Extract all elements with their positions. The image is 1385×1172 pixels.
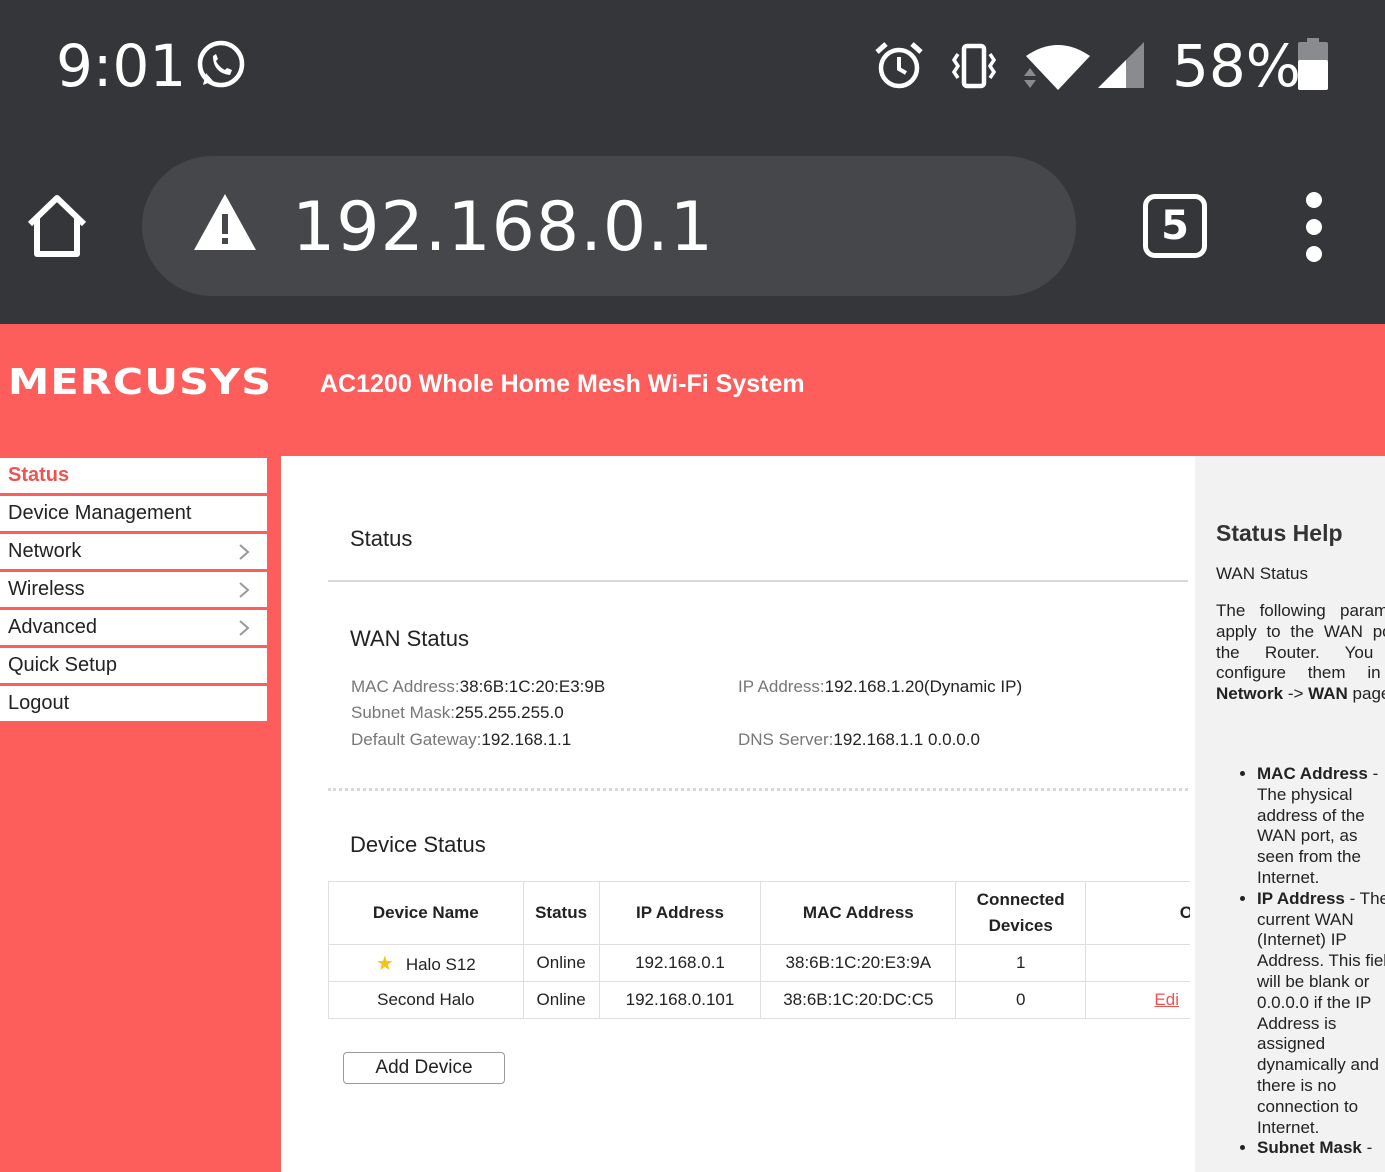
- cell-signal-icon: [1098, 42, 1144, 88]
- more-vert-icon[interactable]: [1296, 192, 1336, 262]
- nav-item-status[interactable]: Status: [0, 458, 267, 493]
- whatsapp-icon: [197, 40, 245, 88]
- table-header-row: Device Name Status IP Address MAC Addres…: [328, 881, 1190, 945]
- product-name: AC1200 Whole Home Mesh Wi-Fi System: [320, 370, 805, 398]
- browser-toolbar: 192.168.0.1 5: [0, 130, 1385, 324]
- wifi-icon: [1024, 45, 1090, 90]
- url-text[interactable]: 192.168.0.1: [292, 188, 714, 267]
- alarm-icon: [875, 42, 923, 89]
- help-subtitle: WAN Status: [1216, 564, 1308, 583]
- warning-icon[interactable]: [192, 192, 258, 252]
- nav-item-device-management[interactable]: Device Management: [0, 496, 267, 531]
- edit-link[interactable]: Edi: [1154, 990, 1179, 1009]
- table-row: Second Halo Online 192.168.0.101 38:6B:1…: [328, 981, 1190, 1019]
- vibrate-icon: [951, 43, 997, 89]
- connected-cell: 0: [955, 981, 1087, 1019]
- wan-default-gateway: Default Gateway:192.168.1.1: [351, 730, 572, 749]
- list-item: MAC Address - The physical address of th…: [1257, 764, 1385, 889]
- nav-item-wireless[interactable]: Wireless: [0, 572, 267, 607]
- address-bar[interactable]: 192.168.0.1: [142, 156, 1076, 296]
- wan-ip-address: IP Address:192.168.1.20(Dynamic IP): [738, 677, 1023, 696]
- ip-cell: 192.168.0.1: [598, 944, 762, 982]
- help-title: Status Help: [1216, 520, 1343, 546]
- nav-item-quick-setup[interactable]: Quick Setup: [0, 648, 267, 683]
- home-icon[interactable]: [22, 190, 92, 260]
- sidebar: Status Device Management Network Wireles…: [0, 456, 281, 1172]
- device-name-cell: Second Halo: [328, 981, 524, 1019]
- col-ip-address: IP Address: [598, 881, 762, 945]
- wan-mac-address: MAC Address:38:6B:1C:20:E3:9B: [351, 677, 606, 696]
- page-title: Status: [350, 526, 413, 551]
- content-viewport: Status WAN Status MAC Address:38:6B:1C:2…: [281, 456, 1190, 1172]
- battery-percent: 58%: [1172, 32, 1301, 100]
- wan-status-title: WAN Status: [350, 626, 469, 651]
- operation-cell: [1085, 944, 1190, 982]
- col-operation: O: [1085, 881, 1190, 945]
- android-status-bar: 9:01 58%: [0, 0, 1385, 130]
- divider: [328, 580, 1188, 582]
- device-name-cell: ★ Halo S12: [328, 944, 524, 982]
- chevron-right-icon: [239, 544, 250, 560]
- page-header: MERCUSYS AC1200 Whole Home Mesh Wi-Fi Sy…: [0, 324, 1385, 456]
- mac-cell: 38:6B:1C:20:E3:9A: [760, 944, 957, 982]
- help-paragraph: The following parameters apply to the WA…: [1216, 601, 1385, 704]
- operation-cell: Edi: [1085, 981, 1190, 1019]
- battery-icon: [1298, 38, 1328, 90]
- wan-subnet-mask: Subnet Mask:255.255.255.0: [351, 703, 564, 722]
- col-connected-devices: Connected Devices: [955, 881, 1087, 945]
- col-status: Status: [522, 881, 600, 945]
- main-content: Status WAN Status MAC Address:38:6B:1C:2…: [281, 456, 1195, 1172]
- connected-cell: 1: [955, 944, 1087, 982]
- table-row: ★ Halo S12 Online 192.168.0.1 38:6B:1C:20…: [328, 944, 1190, 982]
- mac-cell: 38:6B:1C:20:DC:C5: [760, 981, 957, 1019]
- chevron-right-icon: [239, 582, 250, 598]
- device-status-title: Device Status: [350, 832, 486, 857]
- add-device-button[interactable]: Add Device: [343, 1052, 505, 1084]
- nav-item-logout[interactable]: Logout: [0, 686, 267, 721]
- router-admin-page: MERCUSYS AC1200 Whole Home Mesh Wi-Fi Sy…: [0, 324, 1385, 1172]
- status-cell: Online: [522, 944, 600, 982]
- status-cell: Online: [522, 981, 600, 1019]
- help-list: MAC Address - The physical address of th…: [1257, 764, 1385, 1159]
- help-panel: Status Help WAN Status The following par…: [1195, 456, 1385, 1172]
- tab-switcher-button[interactable]: 5: [1143, 194, 1207, 258]
- device-table: Device Name Status IP Address MAC Addres…: [328, 881, 1190, 1019]
- ip-cell: 192.168.0.101: [598, 981, 762, 1019]
- nav-item-network[interactable]: Network: [0, 534, 267, 569]
- wan-dns-server: DNS Server:192.168.1.1 0.0.0.0: [738, 730, 980, 749]
- nav-item-advanced[interactable]: Advanced: [0, 610, 267, 645]
- clock: 9:01: [56, 32, 187, 100]
- mercusys-logo: MERCUSYS: [8, 362, 273, 403]
- col-mac-address: MAC Address: [760, 881, 957, 945]
- chevron-right-icon: [239, 620, 250, 636]
- list-item: Subnet Mask -: [1257, 1138, 1385, 1159]
- list-item: IP Address - The current WAN (Internet) …: [1257, 889, 1385, 1139]
- dotted-divider: [328, 788, 1188, 791]
- col-device-name: Device Name: [328, 881, 524, 945]
- star-icon: ★: [375, 952, 394, 975]
